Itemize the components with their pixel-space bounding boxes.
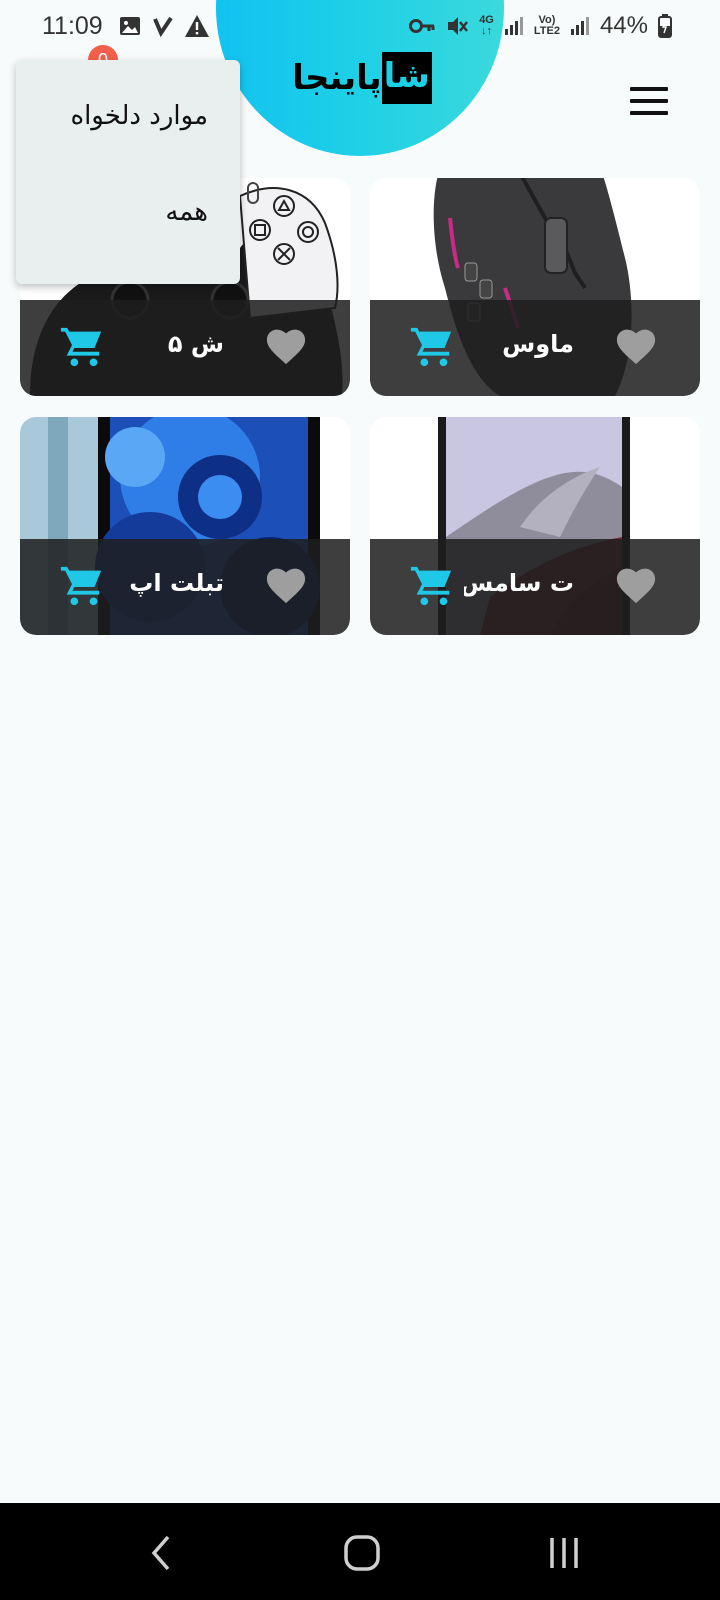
heart-icon[interactable] [614,326,658,366]
battery-icon [658,14,672,38]
app-logo[interactable]: شا پاینجا [292,50,432,106]
product-title[interactable]: ش ۵ [114,330,224,364]
cart-icon[interactable] [408,324,456,370]
back-icon[interactable] [142,1533,182,1573]
check-icon [153,16,173,37]
system-nav-bar [0,1503,720,1600]
status-time: 11:09 [42,12,103,40]
gallery-icon [120,17,140,35]
signal-icon-2 [570,17,589,35]
recents-icon[interactable] [544,1533,584,1573]
home-icon[interactable] [342,1533,382,1573]
logo-text: پاینجا [292,58,382,98]
product-card[interactable]: تبلت اپ [20,417,350,635]
signal-icon-1 [504,17,523,35]
card-action-bar: ماوس [370,300,700,396]
battery-percent: 44% [599,12,648,39]
network-type: 4G ↓↑ [479,14,494,37]
product-card[interactable]: ماوس [370,178,700,396]
menu-item-favorites[interactable]: موارد دلخواه [16,68,240,164]
product-title[interactable]: ت سامس [464,569,574,603]
card-action-bar: تبلت اپ [20,539,350,635]
filter-popup-menu: موارد دلخواه همه [16,60,240,284]
cart-icon[interactable] [408,563,456,609]
cart-icon[interactable] [58,563,106,609]
heart-icon[interactable] [264,326,308,366]
product-title[interactable]: ماوس [464,330,574,364]
menu-item-all[interactable]: همه [16,164,240,260]
heart-icon[interactable] [264,565,308,605]
mute-icon [448,17,469,35]
status-system-icons: 4G ↓↑ Vo) LTE2 44% [409,12,672,40]
card-action-bar: ش ۵ [20,300,350,396]
logo-highlight: شا [381,52,432,104]
status-notification-icons [118,14,210,38]
hamburger-icon[interactable] [630,87,668,115]
volte-indicator: Vo) LTE2 [533,14,560,37]
heart-icon[interactable] [614,565,658,605]
cart-icon[interactable] [58,324,106,370]
vpn-key-icon [409,19,435,33]
card-action-bar: ت سامس [370,539,700,635]
product-title[interactable]: تبلت اپ [114,569,224,603]
product-card[interactable]: ت سامس [370,417,700,635]
warning-icon [185,15,209,37]
